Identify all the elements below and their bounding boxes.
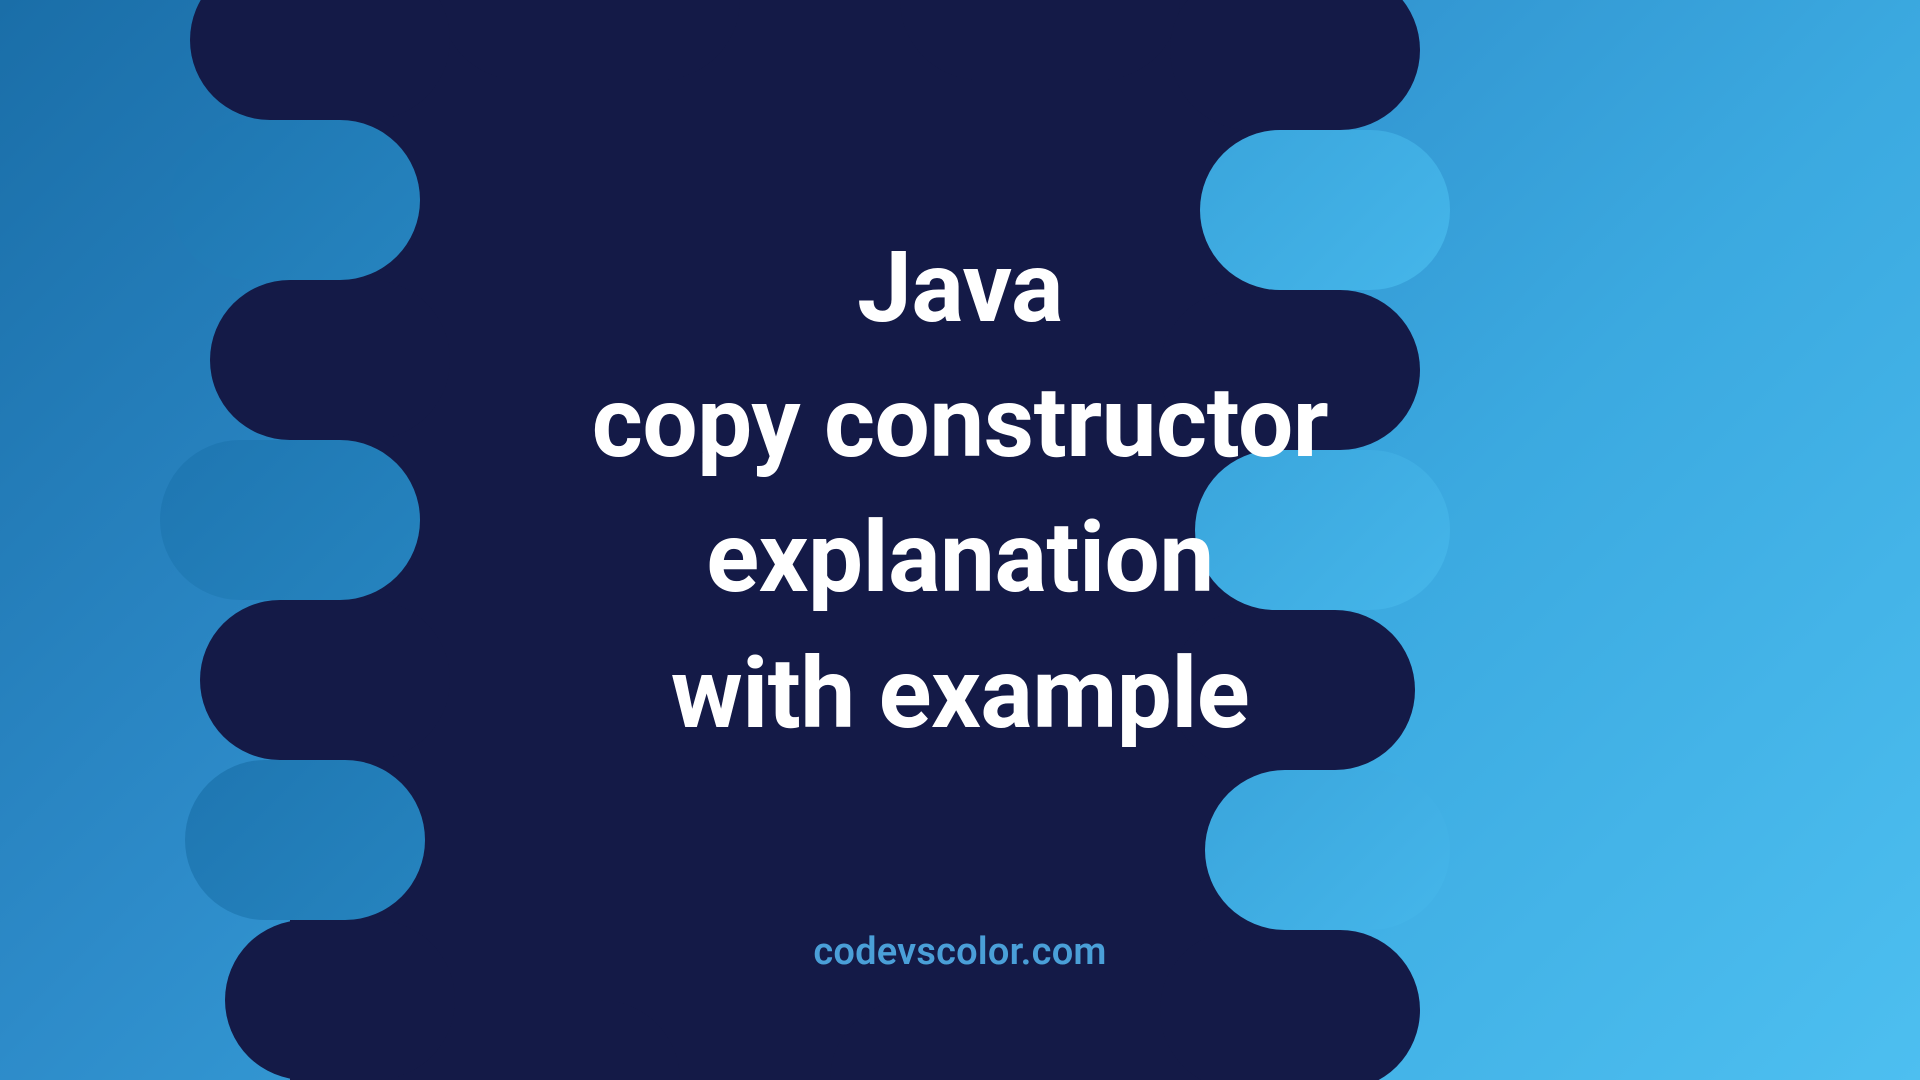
title-line-4: with example [0,626,1920,761]
blob-left-bump-1 [190,0,450,120]
blob-top-left-lobe [440,0,740,80]
title-line-1: Java [0,220,1920,355]
blob-left-notch-3 [185,760,425,920]
blob-right-bump-1 [1170,0,1420,130]
title-line-2: copy constructor [0,355,1920,490]
banner-canvas: Java copy constructor explanation with e… [0,0,1920,1080]
blob-right-notch-3 [1205,770,1450,930]
banner-title: Java copy constructor explanation with e… [0,220,1920,761]
site-watermark: codevscolor.com [0,930,1920,974]
blob-top-right-lobe [900,0,1180,80]
title-line-3: explanation [0,490,1920,625]
